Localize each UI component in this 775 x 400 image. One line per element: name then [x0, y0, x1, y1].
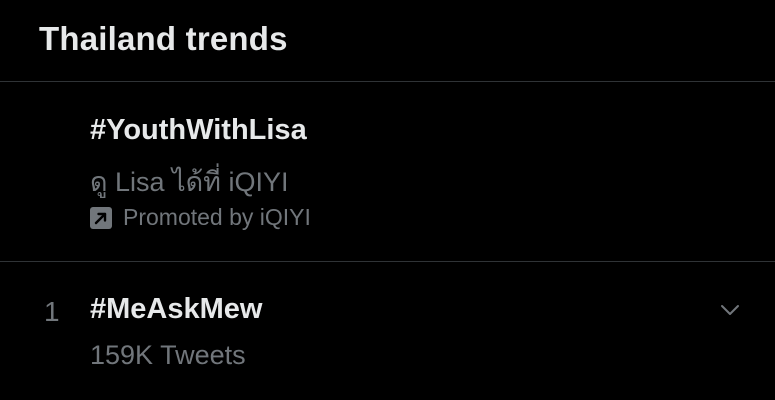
trend-hashtag[interactable]: #YouthWithLisa — [90, 114, 307, 147]
promoted-label-line: Promoted by iQIYI — [90, 204, 311, 231]
trend-more-button[interactable] — [715, 298, 745, 322]
page-title: Thailand trends — [39, 20, 288, 57]
trend-rank: 1 — [44, 296, 60, 327]
promoted-arrow-icon — [90, 206, 112, 229]
promoted-trend-item[interactable]: #YouthWithLisa ดู Lisa ได้ที่ iQIYI Prom… — [0, 82, 775, 262]
chevron-down-icon — [715, 305, 745, 326]
trends-header: Thailand trends — [0, 0, 775, 82]
trend-item[interactable]: 1 #MeAskMew 159K Tweets — [0, 262, 775, 399]
trend-subtitle: ดู Lisa ได้ที่ iQIYI — [90, 167, 289, 197]
promoted-by-label: Promoted by iQIYI — [123, 204, 311, 230]
trend-tweet-count: 159K Tweets — [90, 340, 246, 370]
trend-hashtag[interactable]: #MeAskMew — [90, 293, 262, 326]
trends-panel: Thailand trends #YouthWithLisa ดู Lisa ไ… — [0, 0, 775, 400]
